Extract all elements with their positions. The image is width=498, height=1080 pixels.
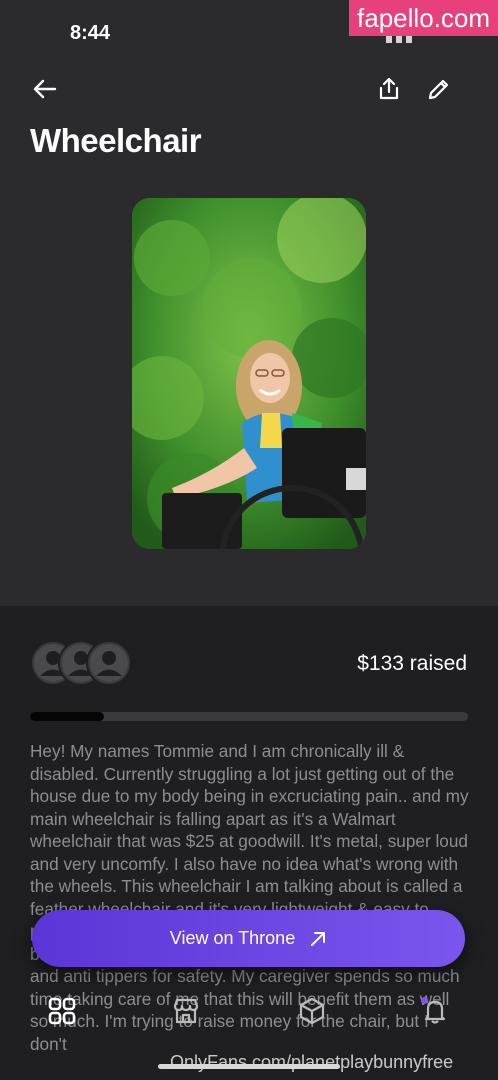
- supporter-avatars[interactable]: [30, 640, 140, 690]
- bottom-tab-bar: [0, 990, 498, 1040]
- share-button[interactable]: [372, 72, 406, 106]
- grid-icon: [48, 997, 76, 1025]
- top-bar: [0, 66, 498, 114]
- wishlist-item-photo[interactable]: [132, 198, 366, 549]
- view-on-throne-button[interactable]: View on Throne: [32, 910, 465, 967]
- footer-watermark: OnlyFans.com/planetplaybunnyfree: [170, 1052, 454, 1072]
- view-on-throne-label: View on Throne: [169, 928, 296, 948]
- share-icon: [379, 77, 399, 100]
- arrow-up-right-icon: [311, 931, 326, 946]
- page-title: Wheelchair: [30, 122, 202, 159]
- home-indicator: [158, 1064, 340, 1069]
- avatar: [86, 640, 132, 686]
- watermark: fapello.com: [349, 0, 498, 36]
- back-arrow-icon: [33, 79, 57, 99]
- storefront-icon: [173, 998, 199, 1024]
- status-time: 8:44: [70, 22, 111, 44]
- notification-dot: [421, 997, 428, 1004]
- tab-home[interactable]: [45, 994, 79, 1028]
- cube-icon: [299, 997, 325, 1025]
- funding-progress-bar: [30, 712, 468, 721]
- funding-progress-fill: [30, 712, 105, 721]
- edit-button[interactable]: [422, 72, 456, 106]
- tab-orders[interactable]: [295, 994, 329, 1028]
- tab-notifications[interactable]: [418, 994, 452, 1028]
- tab-store[interactable]: [169, 994, 203, 1028]
- pencil-icon: [428, 79, 449, 100]
- back-button[interactable]: [28, 72, 62, 106]
- user-icon: [90, 644, 128, 682]
- photo-image: [132, 198, 366, 549]
- amount-raised: $133 raised: [357, 652, 467, 675]
